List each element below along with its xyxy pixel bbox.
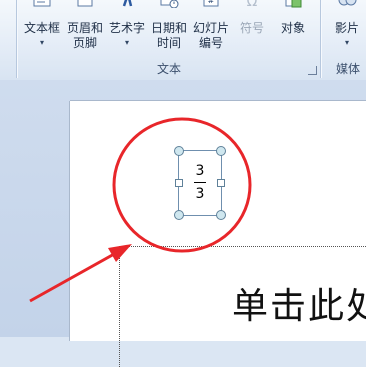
pointer-arrow-head xyxy=(108,244,132,262)
pointer-arrow-shaft xyxy=(29,251,117,303)
annotation-overlay xyxy=(29,117,252,303)
highlight-circle xyxy=(112,117,252,253)
